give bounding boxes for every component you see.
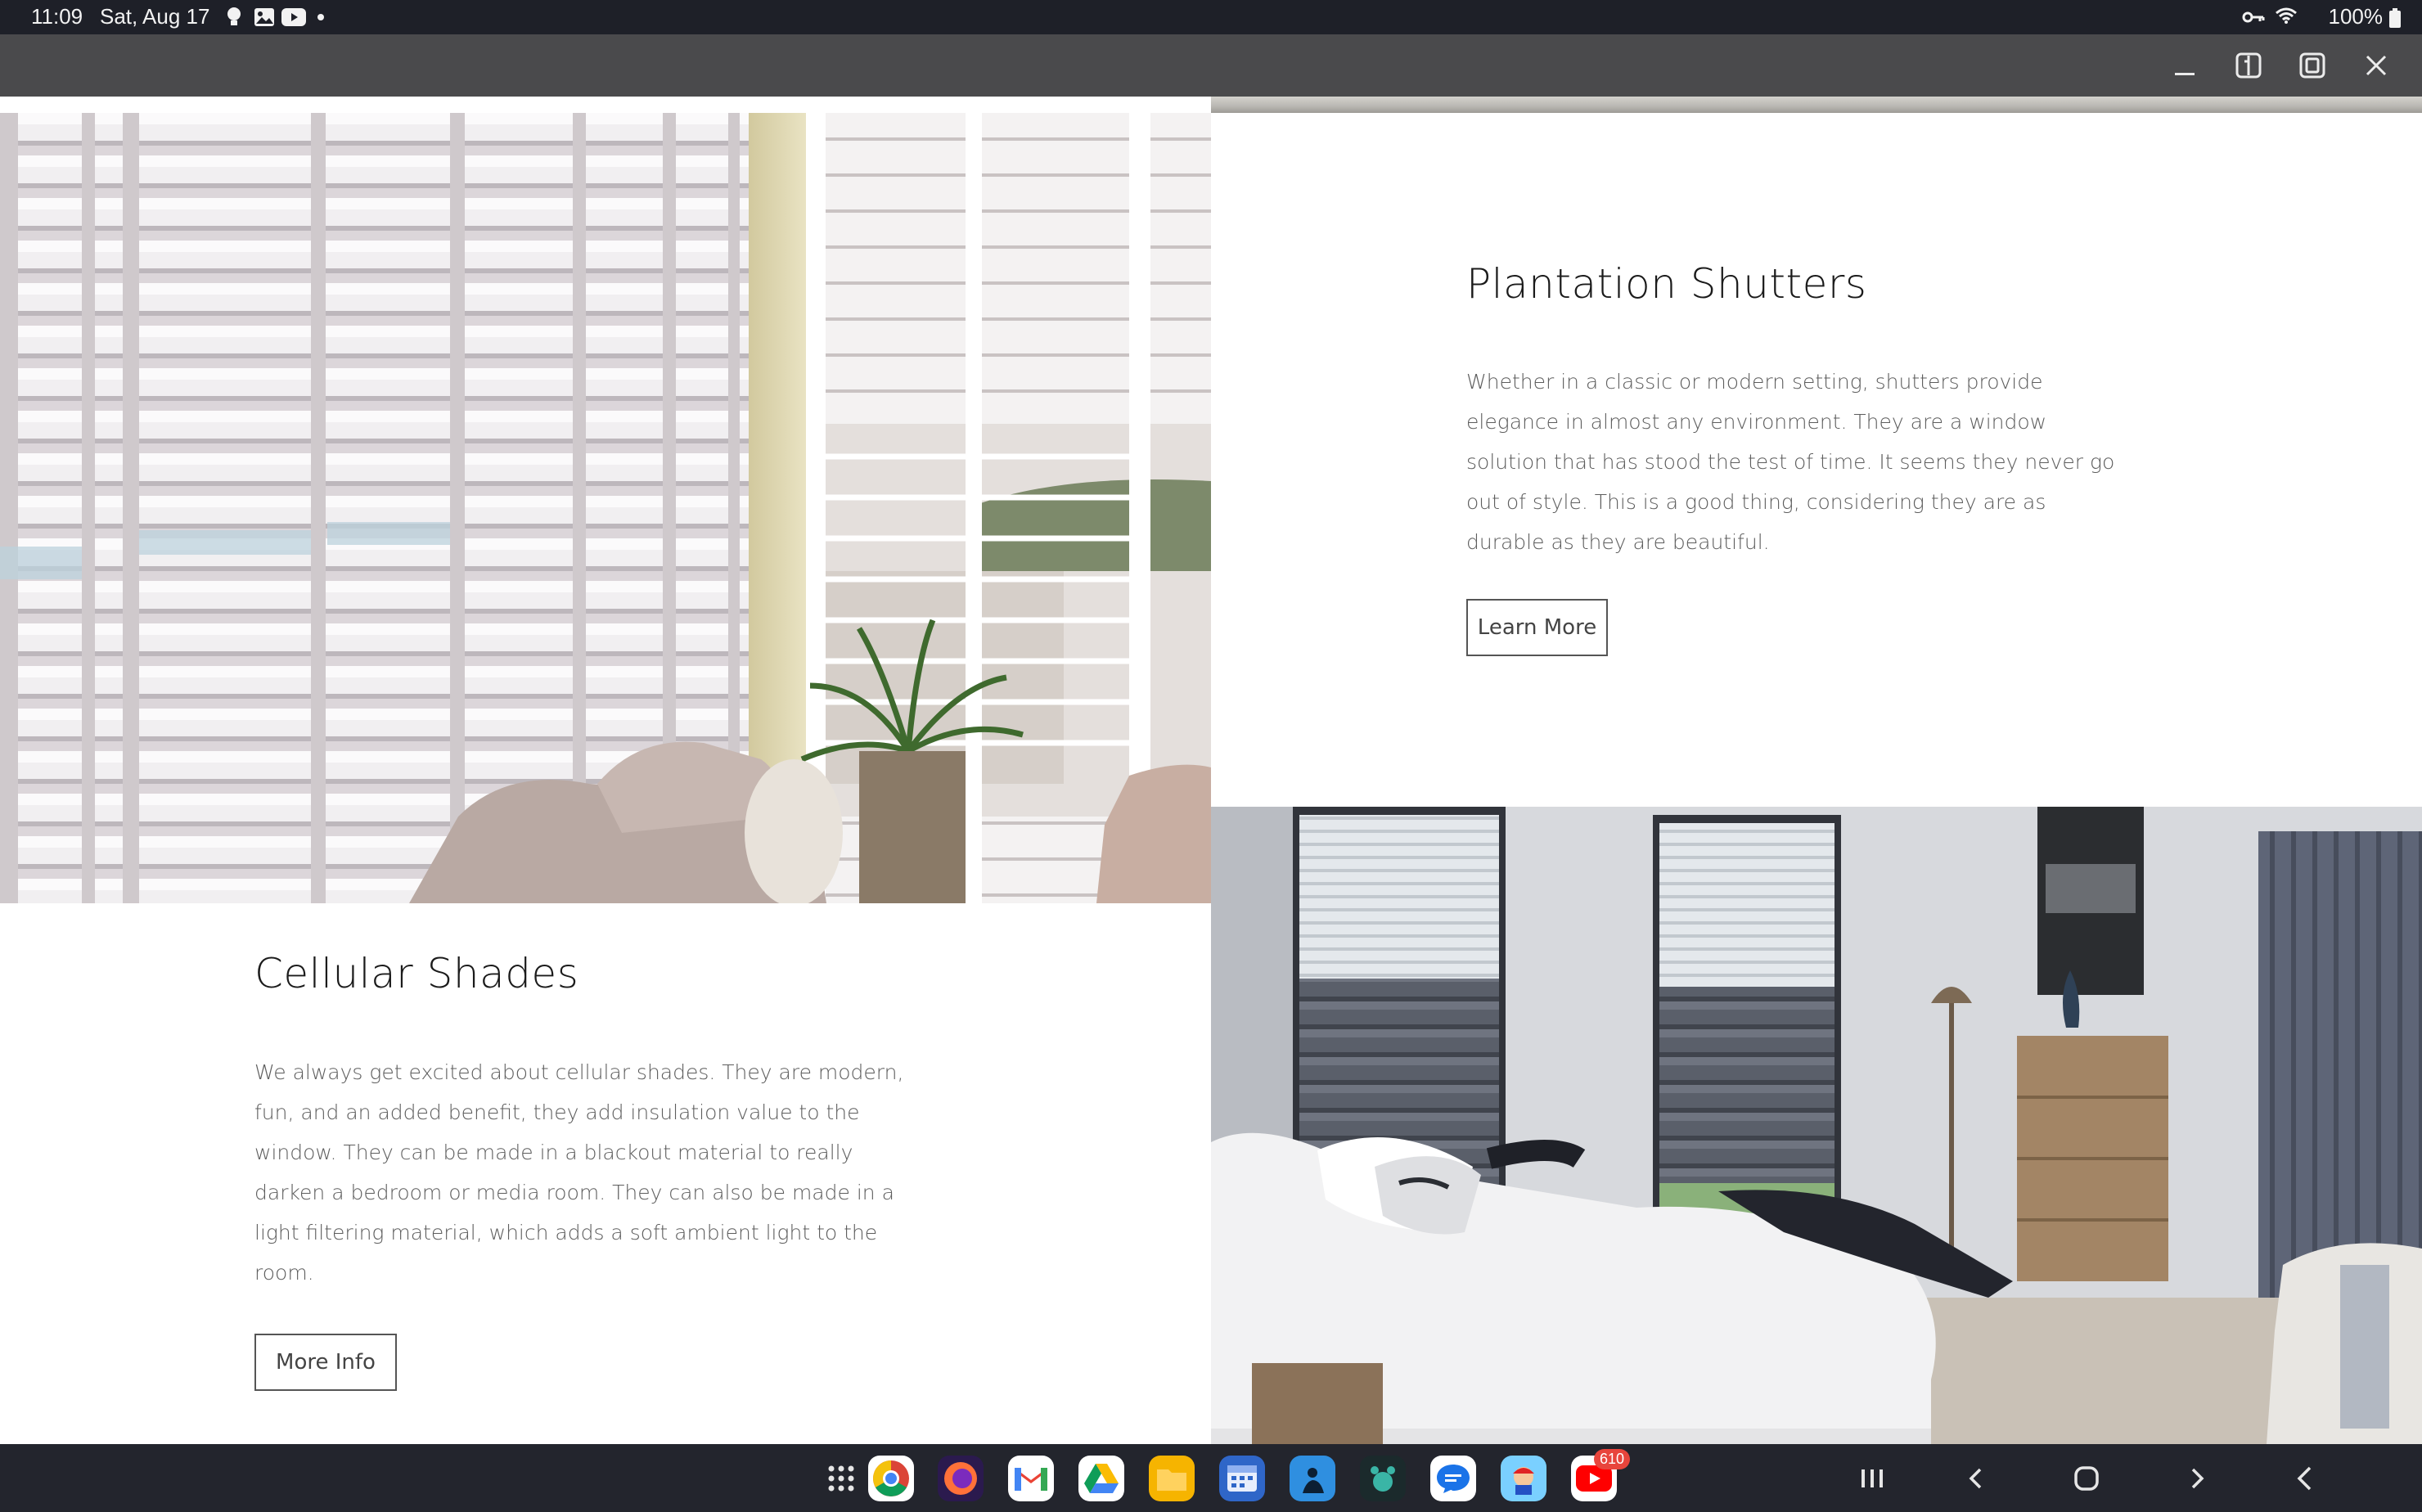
status-bar: 11:09 Sat, Aug 17 100% <box>0 0 2422 34</box>
cellular-shades-description: We always get excited about cellular sha… <box>254 1060 904 1285</box>
status-date: Sat, Aug 17 <box>100 4 210 29</box>
youtube-icon[interactable]: 610 <box>1571 1449 1630 1501</box>
youtube-icon <box>281 0 306 34</box>
messages-icon[interactable] <box>1430 1456 1476 1501</box>
calendar-icon[interactable] <box>1219 1456 1265 1501</box>
chrome-icon[interactable] <box>868 1456 914 1501</box>
cellular-shades-bedroom-photo <box>1211 807 2422 1444</box>
system-icons <box>2242 0 2298 34</box>
battery-level: 100% <box>2328 4 2384 29</box>
status-time: 11:09 <box>31 4 83 29</box>
gmail-icon[interactable] <box>1008 1456 1054 1501</box>
mario-game-icon[interactable] <box>1501 1456 1546 1501</box>
plantation-shutters-description: Whether in a classic or modern setting, … <box>1466 370 2115 554</box>
game-icon[interactable] <box>1360 1456 1406 1501</box>
home-icon[interactable] <box>2067 1459 2106 1498</box>
drive-icon[interactable] <box>1078 1456 1124 1501</box>
bulb-icon <box>226 0 242 34</box>
dot-icon <box>317 0 324 34</box>
youtube-badge: 610 <box>1593 1449 1630 1469</box>
more-info-button[interactable]: More Info <box>254 1334 397 1391</box>
wifi-icon <box>2275 5 2298 30</box>
learn-more-button[interactable]: Learn More <box>1466 599 1608 656</box>
split-screen-icon[interactable] <box>2232 49 2265 82</box>
close-icon[interactable] <box>2360 49 2393 82</box>
firefox-icon[interactable] <box>938 1456 984 1501</box>
plantation-shutters-title: Plantation Shutters <box>1466 260 1867 308</box>
forward-chevron-icon[interactable] <box>2178 1459 2217 1498</box>
kindle-icon[interactable] <box>1290 1456 1335 1501</box>
back-chevron-icon[interactable] <box>1956 1459 1995 1498</box>
web-content: Plantation Shutters Whether in a classic… <box>0 97 2422 1444</box>
cellular-shades-title: Cellular Shades <box>254 950 579 997</box>
maximize-icon[interactable] <box>2296 49 2329 82</box>
taskbar: 610 <box>0 1444 2422 1512</box>
files-icon[interactable] <box>1149 1456 1195 1501</box>
app-drawer-icon[interactable] <box>818 1456 864 1501</box>
battery-icon <box>2389 8 2401 34</box>
recents-icon[interactable] <box>1853 1459 1892 1498</box>
plantation-shutters-photo <box>0 113 1211 903</box>
vpn-key-icon <box>2242 5 2265 30</box>
window-caption-bar <box>0 34 2422 97</box>
previous-section-photo-edge <box>1211 97 2422 113</box>
back-icon[interactable] <box>2285 1459 2324 1498</box>
minimize-icon[interactable] <box>2168 49 2201 82</box>
gallery-icon <box>254 0 275 34</box>
